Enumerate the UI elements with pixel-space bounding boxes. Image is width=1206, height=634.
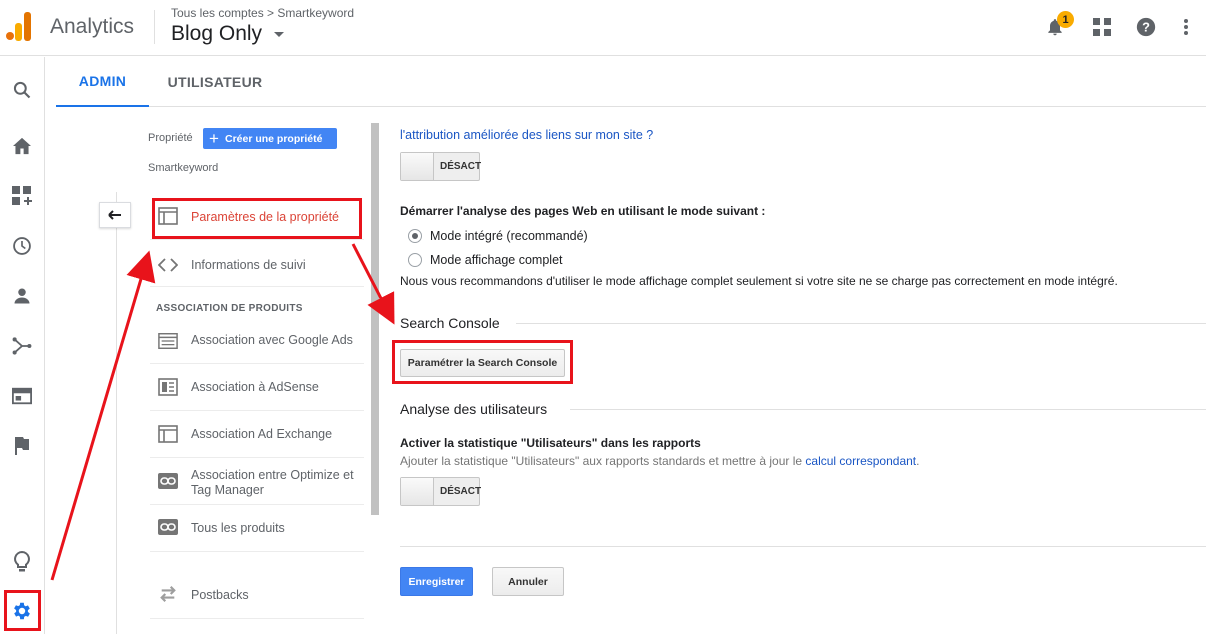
radio-full-page-label[interactable]: Mode affichage complet	[430, 253, 563, 267]
lightbulb-icon[interactable]	[10, 550, 34, 574]
notification-badge: 1	[1057, 11, 1074, 28]
toggle-label: DÉSACT	[440, 486, 482, 497]
users-stat-desc-text: Ajouter la statistique "Utilisateurs" au…	[400, 454, 803, 468]
tab-utilisateur[interactable]: UTILISATEUR	[156, 57, 274, 107]
menu-item-ad-exchange[interactable]: Association Ad Exchange	[150, 412, 364, 458]
apps-grid-icon[interactable]	[1090, 15, 1114, 39]
search-icon[interactable]	[10, 78, 34, 102]
adsense-icon	[158, 378, 178, 396]
flag-icon[interactable]	[10, 434, 34, 458]
tree-line	[116, 192, 117, 634]
postbacks-icon	[160, 586, 176, 602]
link-icon	[158, 473, 178, 489]
attribution-link[interactable]: l'attribution améliorée des liens sur mo…	[400, 128, 653, 142]
radio-integrated-label[interactable]: Mode intégré (recommandé)	[430, 229, 588, 243]
create-property-button[interactable]: + Créer une propriété	[203, 128, 337, 149]
top-bar: Analytics Tous les comptes > Smartkeywor…	[0, 0, 1206, 56]
home-icon[interactable]	[10, 134, 34, 158]
menu-item-tracking-info[interactable]: Informations de suivi	[150, 241, 364, 287]
more-vert-icon[interactable]	[1174, 15, 1198, 39]
menu-item-label: Informations de suivi	[191, 258, 306, 272]
radio-integrated[interactable]	[408, 229, 422, 243]
users-stat-toggle[interactable]: DÉSACT	[400, 477, 482, 506]
annotation-box-property-settings	[152, 198, 362, 239]
person-icon[interactable]	[10, 284, 34, 308]
menu-item-label: Association avec Google Ads	[191, 333, 353, 347]
menu-item-label: Association à AdSense	[191, 380, 319, 394]
clock-icon[interactable]	[10, 234, 34, 258]
menu-item-google-ads[interactable]: Association avec Google Ads	[150, 318, 364, 364]
ads-icon	[158, 333, 178, 349]
back-arrow-icon	[108, 210, 121, 220]
menu-item-label: Tous les produits	[191, 521, 285, 535]
attribution-toggle[interactable]: DÉSACT	[400, 152, 482, 181]
property-name[interactable]: Smartkeyword	[148, 162, 218, 174]
menu-item-label: Association Ad Exchange	[191, 427, 333, 441]
section-heading-product-association: ASSOCIATION DE PRODUITS	[156, 303, 303, 314]
toggle-label: DÉSACT	[440, 161, 482, 172]
divider	[154, 10, 155, 44]
admin-tabs: ADMIN UTILISATEUR	[56, 57, 1206, 107]
caret-down-icon[interactable]	[274, 32, 284, 37]
users-stat-description: Ajouter la statistique "Utilisateurs" au…	[400, 454, 920, 468]
menu-item-label: Association entre Optimize et Tag Manage…	[191, 468, 354, 497]
back-arrow-button[interactable]	[99, 202, 131, 228]
link-icon	[158, 519, 178, 535]
code-icon	[158, 258, 178, 272]
create-property-label: Créer une propriété	[225, 132, 323, 145]
dashboard-customize-icon[interactable]	[10, 184, 34, 208]
analytics-logo[interactable]	[6, 12, 34, 42]
section-rule	[570, 409, 1206, 410]
adexchange-icon	[158, 425, 178, 443]
help-icon[interactable]: ?	[1134, 15, 1158, 39]
menu-item-label: Postbacks	[191, 588, 249, 602]
nav-rail	[0, 57, 45, 634]
menu-item-all-products[interactable]: Tous les produits	[150, 506, 364, 552]
menu-item-optimize-tag-manager[interactable]: Association entre Optimize et Tag Manage…	[150, 459, 364, 505]
users-stat-title: Activer la statistique "Utilisateurs" da…	[400, 436, 701, 450]
search-console-heading: Search Console	[400, 315, 500, 331]
footer-rule	[400, 546, 1206, 547]
column-scrollbar[interactable]	[371, 123, 379, 515]
annotation-box-settings-gear	[4, 590, 41, 631]
svg-text:?: ?	[1142, 20, 1150, 35]
calc-link[interactable]: calcul correspondant	[805, 454, 916, 468]
section-rule	[516, 323, 1206, 324]
account-selector[interactable]: Blog Only	[171, 22, 262, 46]
cancel-button[interactable]: Annuler	[492, 567, 564, 596]
plus-icon: +	[209, 129, 219, 148]
app-title: Analytics	[50, 15, 135, 38]
tab-admin[interactable]: ADMIN	[56, 57, 149, 107]
annotation-box-search-console	[392, 340, 573, 384]
acquisition-icon[interactable]	[10, 334, 34, 358]
property-label: Propriété	[148, 132, 193, 144]
user-analysis-heading: Analyse des utilisateurs	[400, 401, 548, 417]
behavior-icon[interactable]	[10, 384, 34, 408]
breadcrumb[interactable]: Tous les comptes > Smartkeyword	[171, 6, 354, 20]
analysis-mode-title: Démarrer l'analyse des pages Web en util…	[400, 204, 766, 218]
save-button[interactable]: Enregistrer	[400, 567, 473, 596]
menu-item-adsense[interactable]: Association à AdSense	[150, 365, 364, 411]
recommendation-text: Nous vous recommandons d'utiliser le mod…	[400, 274, 1118, 288]
menu-item-postbacks[interactable]: Postbacks	[150, 573, 364, 619]
radio-full-page[interactable]	[408, 253, 422, 267]
